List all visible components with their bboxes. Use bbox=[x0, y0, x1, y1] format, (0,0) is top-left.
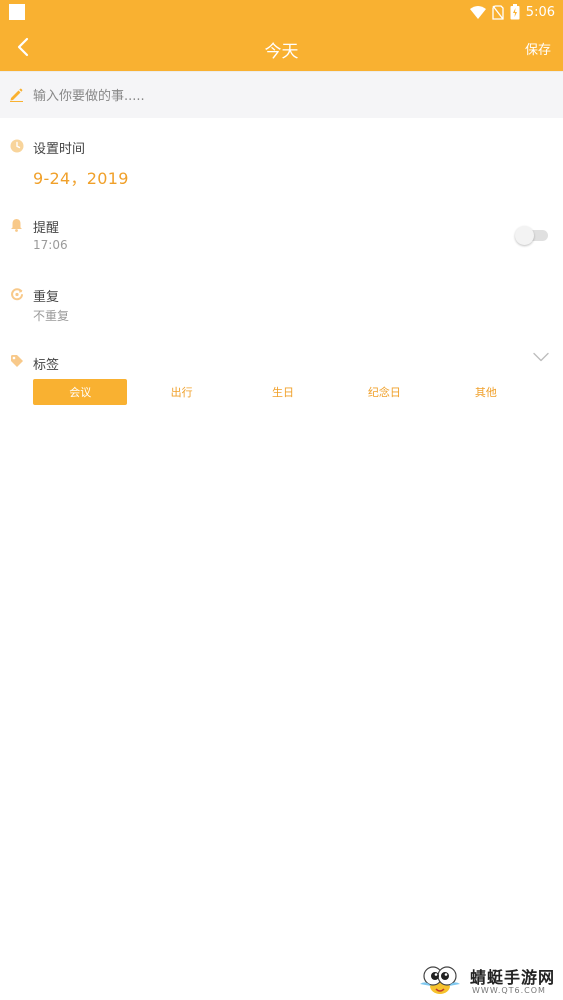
tag-travel[interactable]: 出行 bbox=[134, 379, 228, 405]
tag-list: 会议 出行 生日 纪念日 其他 bbox=[33, 379, 533, 405]
set-time-label: 设置时间 bbox=[33, 142, 86, 157]
tag-anniversary[interactable]: 纪念日 bbox=[337, 379, 431, 405]
wifi-icon bbox=[469, 5, 486, 19]
page-title: 今天 bbox=[264, 42, 299, 62]
status-icons: 5:06 bbox=[469, 3, 555, 21]
watermark-name: 蜻蜓手游网 bbox=[470, 968, 556, 987]
reminder-label: 提醒 bbox=[33, 221, 60, 236]
battery-icon bbox=[510, 4, 520, 20]
clock-icon bbox=[10, 139, 24, 153]
dragonfly-logo-icon bbox=[420, 966, 460, 994]
tag-other[interactable]: 其他 bbox=[439, 379, 533, 405]
repeat-icon bbox=[11, 288, 23, 301]
tag-birthday[interactable]: 生日 bbox=[236, 379, 330, 405]
reminder-toggle[interactable] bbox=[515, 226, 549, 245]
reminder-time: 17:06 bbox=[33, 238, 68, 252]
status-time: 5:06 bbox=[525, 4, 555, 20]
tag-meeting[interactable]: 会议 bbox=[33, 379, 128, 405]
notification-icon bbox=[9, 4, 25, 20]
watermark: 蜻蜓手游网 WWW.QT6.COM bbox=[414, 962, 559, 998]
tag-icon bbox=[11, 355, 23, 367]
tags-label: 标签 bbox=[33, 358, 60, 373]
status-bar: 5:06 bbox=[0, 0, 563, 24]
watermark-url: WWW.QT6.COM bbox=[472, 986, 546, 995]
save-button[interactable]: 保存 bbox=[525, 39, 551, 58]
bell-icon bbox=[11, 219, 22, 232]
chevron-down-icon[interactable] bbox=[533, 352, 549, 362]
task-input-row bbox=[0, 71, 563, 118]
repeat-label: 重复 bbox=[33, 290, 60, 305]
date-value[interactable]: 9-24，2019 bbox=[33, 165, 129, 189]
no-sim-icon bbox=[492, 4, 504, 20]
pencil-icon bbox=[10, 88, 23, 102]
app-bar: 今天 保存 bbox=[0, 24, 563, 71]
task-input[interactable] bbox=[33, 82, 533, 110]
repeat-value: 不重复 bbox=[33, 309, 70, 323]
toggle-thumb bbox=[515, 226, 534, 245]
